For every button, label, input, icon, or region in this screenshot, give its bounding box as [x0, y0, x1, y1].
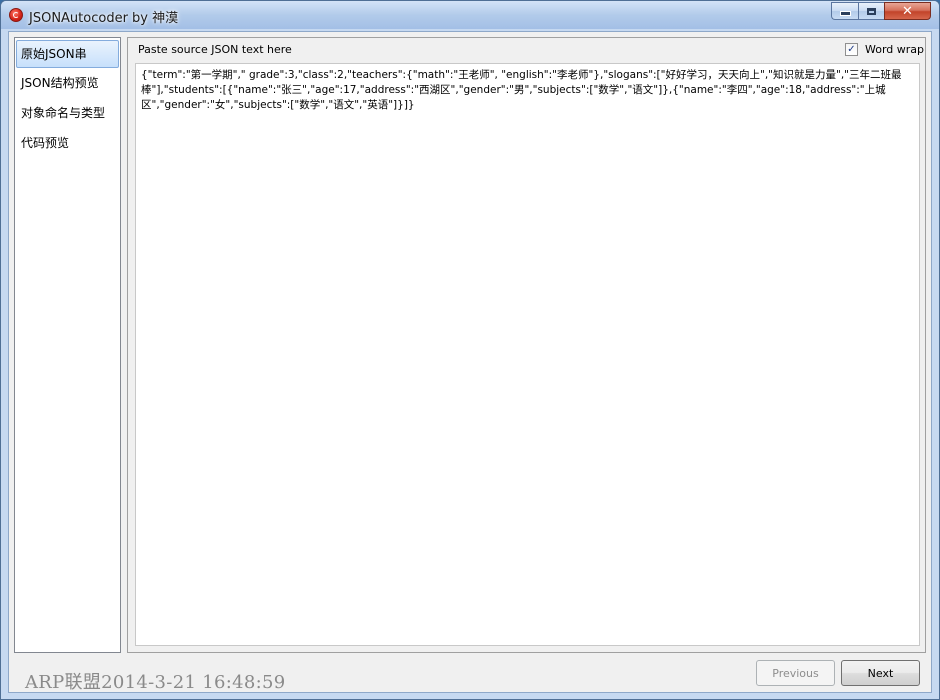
next-button-label: Next [867, 666, 894, 680]
title-bar[interactable]: JSONAutocoder by 神漠 ✕ [1, 1, 939, 29]
step-item-naming-and-types[interactable]: 对象命名与类型 [16, 99, 119, 127]
minimize-icon [839, 11, 851, 16]
source-json-panel: Paste source JSON text here ✓ Word wrap … [127, 37, 926, 653]
json-text-area[interactable]: {"term":"第一学期"," grade":3,"class":2,"tea… [135, 63, 920, 646]
step-item-label: 原始JSON串 [21, 47, 87, 61]
word-wrap-checkbox[interactable]: ✓ Word wrap [845, 43, 925, 56]
client-area: 原始JSON串 JSON结构预览 对象命名与类型 代码预览 Paste sour… [8, 31, 932, 693]
watermark-timestamp: ARP联盟2014-3-21 16:48:59 [25, 672, 286, 693]
step-list: 原始JSON串 JSON结构预览 对象命名与类型 代码预览 [14, 37, 121, 653]
next-button[interactable]: Next [841, 660, 920, 686]
app-logo-icon[interactable] [9, 8, 23, 22]
word-wrap-label: Word wrap [865, 43, 925, 56]
minimize-button[interactable] [831, 2, 858, 20]
close-button[interactable]: ✕ [884, 2, 931, 20]
step-item-label: 对象命名与类型 [21, 106, 106, 120]
previous-button-label: Previous [772, 666, 819, 680]
step-item-raw-json[interactable]: 原始JSON串 [16, 40, 119, 68]
step-item-code-preview[interactable]: 代码预览 [16, 129, 119, 157]
maximize-icon [867, 7, 876, 15]
checkbox-checked-icon[interactable]: ✓ [845, 43, 858, 56]
step-item-label: 代码预览 [21, 136, 70, 150]
previous-button[interactable]: Previous [756, 660, 835, 686]
step-item-label: JSON结构预览 [21, 76, 99, 90]
caption-buttons: ✕ [831, 2, 931, 20]
step-item-structure-preview[interactable]: JSON结构预览 [16, 69, 119, 97]
instruction-label: Paste source JSON text here [138, 43, 292, 56]
app-window: JSONAutocoder by 神漠 ✕ 原始JSON串 JSON结构预览 对… [0, 0, 940, 700]
window-title: JSONAutocoder by 神漠 [29, 11, 179, 26]
maximize-button[interactable] [858, 2, 884, 20]
close-icon: ✕ [902, 3, 913, 19]
